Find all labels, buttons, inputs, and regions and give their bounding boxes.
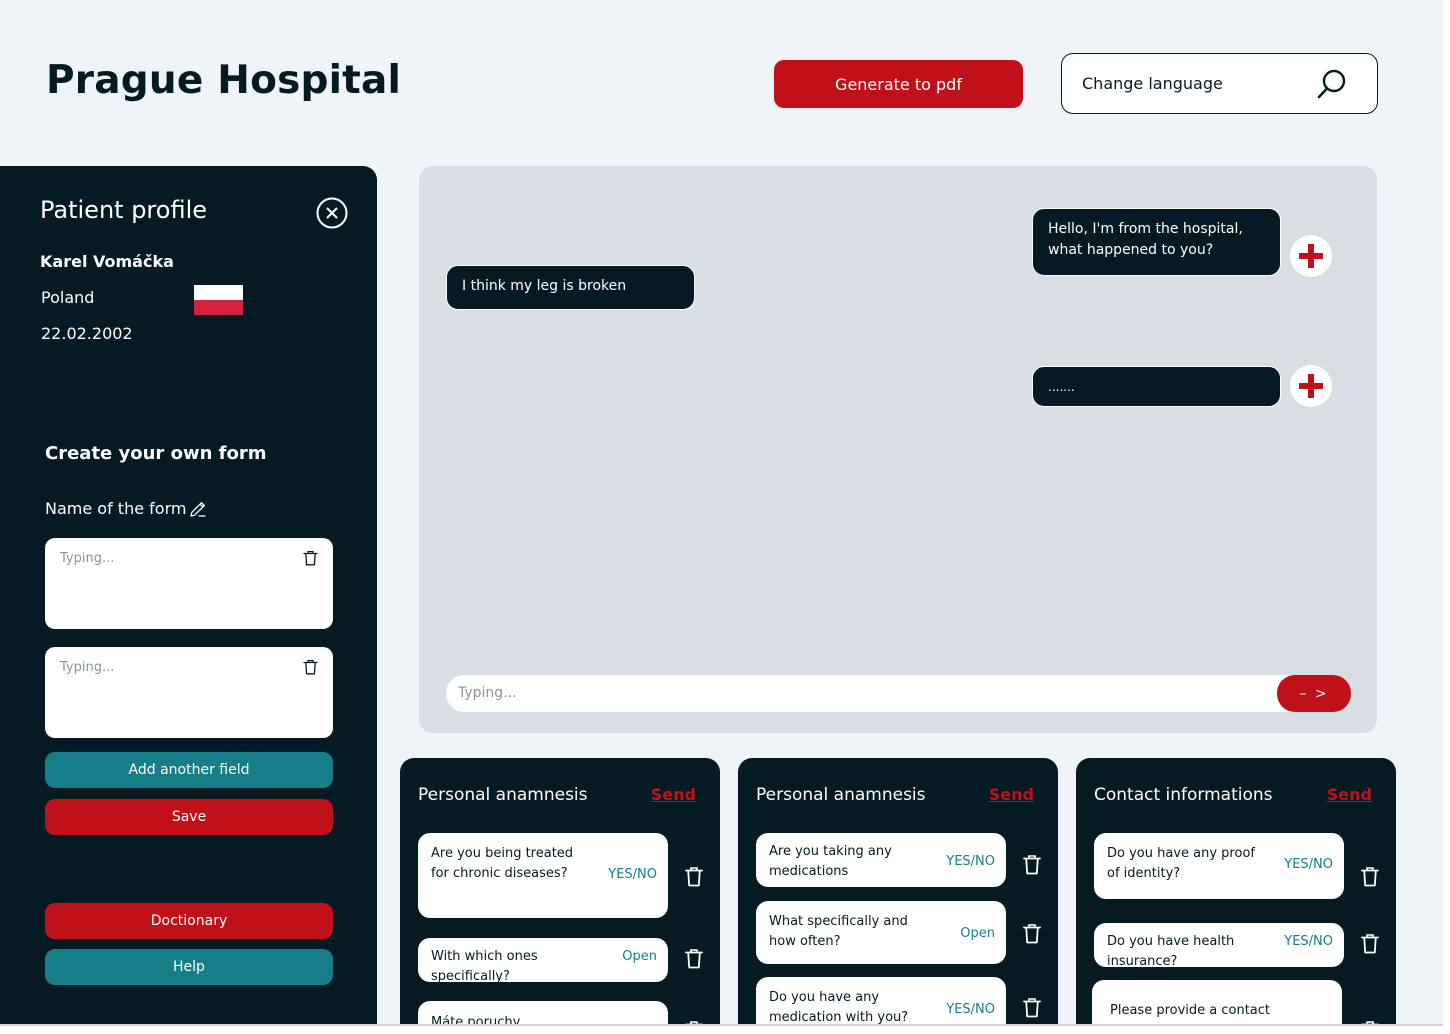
window-margin xyxy=(1443,0,1450,1034)
question-item[interactable]: What specifically and how often? Open xyxy=(756,901,1006,964)
patient-name: Karel Vomáčka xyxy=(40,252,174,271)
hospital-cross-icon xyxy=(1290,235,1332,277)
edit-pencil-icon[interactable] xyxy=(189,500,207,518)
question-item[interactable]: Please provide a contact xyxy=(1092,980,1342,1026)
question-text: Please provide a contact xyxy=(1110,1003,1271,1018)
trash-icon[interactable] xyxy=(1023,854,1041,875)
card-send-link[interactable]: Send xyxy=(651,785,696,804)
save-button[interactable]: Save xyxy=(45,799,333,835)
question-answer-type: YES/NO xyxy=(1284,857,1333,872)
poland-flag-icon xyxy=(194,285,243,315)
change-language-input[interactable]: Change language xyxy=(1061,53,1378,114)
question-item[interactable]: Are you being treated for chronic diseas… xyxy=(418,833,668,918)
chat-message-patient: I think my leg is broken xyxy=(446,265,695,310)
question-text: Do you have health insurance? xyxy=(1107,934,1235,967)
question-item[interactable]: Do you have any proof of identity? YES/N… xyxy=(1094,833,1344,899)
trash-icon[interactable] xyxy=(1023,997,1041,1018)
close-icon[interactable] xyxy=(316,197,348,229)
patient-country: Poland xyxy=(41,288,95,307)
question-text: What specifically and how often? xyxy=(769,914,908,949)
app-page: Prague Hospital Generate to pdf Change l… xyxy=(0,0,1443,1026)
flag-white-stripe xyxy=(194,285,243,300)
dictionary-button[interactable]: Doctionary xyxy=(45,903,333,939)
generate-pdf-button[interactable]: Generate to pdf xyxy=(774,60,1023,108)
patient-birth-date: 22.02.2002 xyxy=(41,324,133,343)
add-field-button[interactable]: Add another field xyxy=(45,752,333,788)
chat-input-placeholder: Typing... xyxy=(458,685,517,701)
question-text: Do you have any medication with you? xyxy=(769,990,909,1025)
card-send-link[interactable]: Send xyxy=(1327,785,1372,804)
card-title: Contact informations xyxy=(1094,785,1273,805)
trash-icon[interactable] xyxy=(685,948,703,969)
trash-icon[interactable] xyxy=(303,550,318,566)
patient-sidebar: Patient profile Karel Vomáčka Poland 22.… xyxy=(0,166,377,1026)
trash-icon[interactable] xyxy=(685,866,703,887)
card-send-link[interactable]: Send xyxy=(989,785,1034,804)
question-item[interactable]: Do you have any medication with you? YES… xyxy=(756,977,1006,1026)
chat-send-button[interactable]: – > xyxy=(1277,675,1351,712)
hospital-cross-icon xyxy=(1290,365,1332,407)
question-answer-type: YES/NO xyxy=(1284,934,1333,949)
search-icon[interactable] xyxy=(1315,67,1349,101)
form-card-personal-anamnesis: Personal anamnesis Send Are you being tr… xyxy=(400,758,720,1026)
question-text: Do you have any proof of identity? xyxy=(1107,846,1255,881)
question-answer-type: Open xyxy=(622,949,657,964)
create-form-title: Create your own form xyxy=(45,443,267,464)
chat-message-doctor: ....... xyxy=(1032,366,1281,407)
card-title: Personal anamnesis xyxy=(756,785,926,805)
red-cross-icon xyxy=(1299,374,1323,398)
field-placeholder: Typing... xyxy=(60,660,115,675)
form-name-field[interactable]: Name of the form xyxy=(45,499,207,518)
trash-icon[interactable] xyxy=(1023,923,1041,944)
chat-panel: Hello, I'm from the hospital, what happe… xyxy=(419,166,1377,733)
form-card-contact-informations: Contact informations Send Do you have an… xyxy=(1076,758,1396,1026)
question-item[interactable]: Are you taking any medications YES/NO xyxy=(756,833,1006,887)
page-title: Prague Hospital xyxy=(46,58,402,103)
question-text: Are you taking any medications xyxy=(769,844,892,879)
help-button[interactable]: Help xyxy=(45,949,333,985)
question-answer-type: YES/NO xyxy=(946,1002,995,1017)
form-card-personal-anamnesis: Personal anamnesis Send Are you taking a… xyxy=(738,758,1058,1026)
window-margin xyxy=(0,1026,1450,1034)
question-item[interactable]: Máte poruchy xyxy=(418,1001,668,1026)
question-answer-type: YES/NO xyxy=(608,867,657,882)
question-item[interactable]: With which ones specifically? Open xyxy=(418,938,668,982)
card-title: Personal anamnesis xyxy=(418,785,588,805)
form-name-label: Name of the form xyxy=(45,499,187,518)
red-cross-icon xyxy=(1299,244,1323,268)
trash-icon[interactable] xyxy=(303,659,318,675)
chat-message-doctor: Hello, I'm from the hospital, what happe… xyxy=(1032,208,1281,276)
question-text: With which ones specifically? xyxy=(431,949,538,982)
trash-icon[interactable] xyxy=(1361,933,1379,954)
question-answer-type: YES/NO xyxy=(946,854,995,869)
field-placeholder: Typing... xyxy=(60,551,115,566)
question-text: Are you being treated for chronic diseas… xyxy=(431,846,574,881)
patient-profile-title: Patient profile xyxy=(40,196,208,224)
question-answer-type: Open xyxy=(960,926,995,941)
change-language-label: Change language xyxy=(1082,74,1223,93)
flag-red-stripe xyxy=(194,300,243,315)
form-field-input[interactable]: Typing... xyxy=(45,647,333,738)
trash-icon[interactable] xyxy=(1361,866,1379,887)
chat-message-input[interactable]: Typing... xyxy=(446,675,1350,712)
form-field-input[interactable]: Typing... xyxy=(45,538,333,629)
question-item[interactable]: Do you have health insurance? YES/NO xyxy=(1094,923,1344,967)
